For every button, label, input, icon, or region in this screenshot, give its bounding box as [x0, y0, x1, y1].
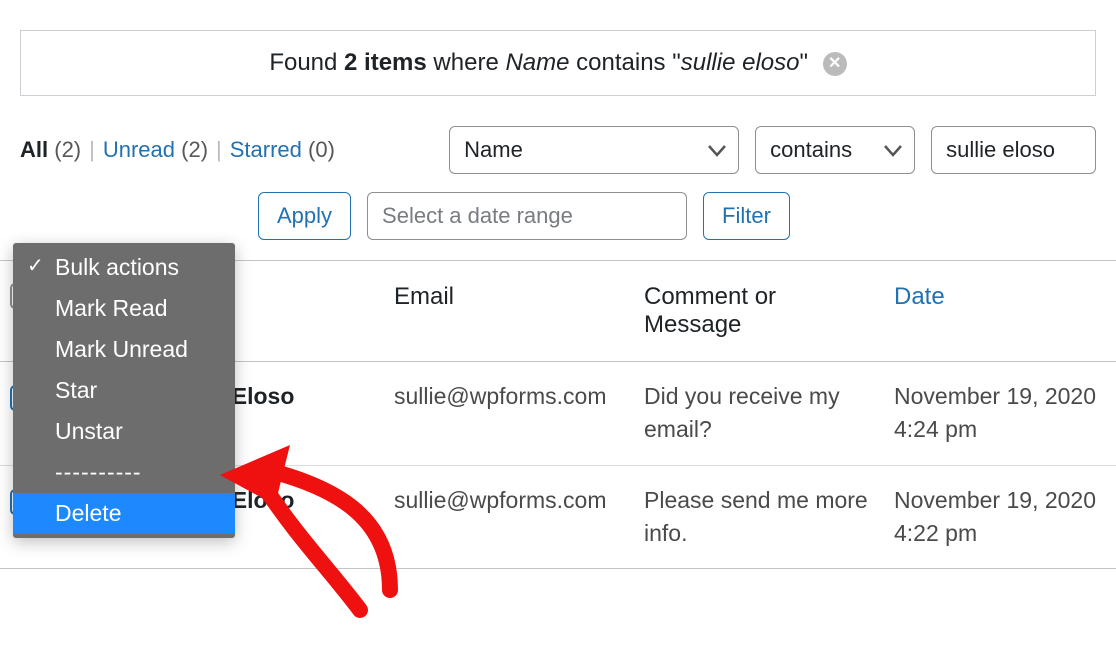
bulk-option-delete[interactable]: Delete — [13, 493, 235, 534]
date-range-input[interactable]: Select a date range — [367, 192, 687, 240]
filter-value-input[interactable]: sullie eloso — [931, 126, 1096, 174]
entry-email: sullie@wpforms.com — [384, 362, 634, 466]
bulk-option-star[interactable]: Star — [13, 370, 235, 411]
tab-unread-count: (2) — [181, 137, 208, 162]
chevron-down-icon — [884, 137, 902, 163]
filter-field-value: Name — [464, 137, 523, 163]
tab-unread[interactable]: Unread (2) — [103, 137, 208, 163]
date-placeholder: Select a date range — [382, 203, 573, 229]
filter-field-select[interactable]: Name — [449, 126, 739, 174]
found-count: 2 items — [344, 49, 427, 76]
bulk-option-mark-unread[interactable]: Mark Unread — [13, 329, 235, 370]
filter-value-text: sullie eloso — [946, 137, 1055, 163]
field-name: Name — [505, 49, 569, 76]
tab-starred[interactable]: Starred (0) — [230, 137, 335, 163]
filter-button[interactable]: Filter — [703, 192, 790, 240]
entry-date: November 19, 2020 4:24 pm — [884, 362, 1116, 466]
column-header-email: Email — [384, 261, 634, 362]
view-tabs: All (2) | Unread (2) | Starred (0) — [20, 137, 335, 163]
bulk-option-unstar[interactable]: Unstar — [13, 411, 235, 452]
column-header-message: Comment or Message — [634, 261, 884, 362]
entry-message: Did you receive my email? — [634, 362, 884, 466]
contains-text: contains " — [569, 49, 680, 76]
bulk-option-mark-read[interactable]: Mark Read — [13, 288, 235, 329]
filter-notice: Found 2 items where Name contains "sulli… — [20, 30, 1096, 96]
tab-starred-count: (0) — [308, 137, 335, 162]
tab-separator: | — [89, 137, 95, 163]
bulk-option-bulk-actions[interactable]: Bulk actions — [13, 247, 235, 288]
bulk-actions-dropdown[interactable]: Bulk actions Mark Read Mark Unread Star … — [13, 243, 235, 538]
tab-separator: | — [216, 137, 222, 163]
apply-label: Apply — [277, 203, 332, 229]
tab-all[interactable]: All (2) — [20, 137, 81, 163]
where-text: where — [427, 49, 506, 76]
tab-unread-label: Unread — [103, 137, 175, 162]
apply-button[interactable]: Apply — [258, 192, 351, 240]
column-header-date[interactable]: Date — [884, 261, 1116, 362]
search-term: sullie eloso — [681, 49, 800, 76]
bulk-option-separator: ---------- — [13, 452, 235, 493]
dismiss-filter-icon[interactable]: ✕ — [823, 52, 847, 76]
entry-date: November 19, 2020 4:22 pm — [884, 465, 1116, 569]
tab-starred-label: Starred — [230, 137, 302, 162]
entry-message: Please send me more info. — [634, 465, 884, 569]
found-prefix: Found — [269, 49, 344, 76]
filter-label: Filter — [722, 203, 771, 229]
chevron-down-icon — [708, 137, 726, 163]
suffix-text: " — [799, 49, 808, 76]
entry-email: sullie@wpforms.com — [384, 465, 634, 569]
tab-all-count: (2) — [54, 137, 81, 162]
tab-all-label: All — [20, 137, 48, 162]
filter-condition-value: contains — [770, 137, 852, 163]
filter-condition-select[interactable]: contains — [755, 126, 915, 174]
